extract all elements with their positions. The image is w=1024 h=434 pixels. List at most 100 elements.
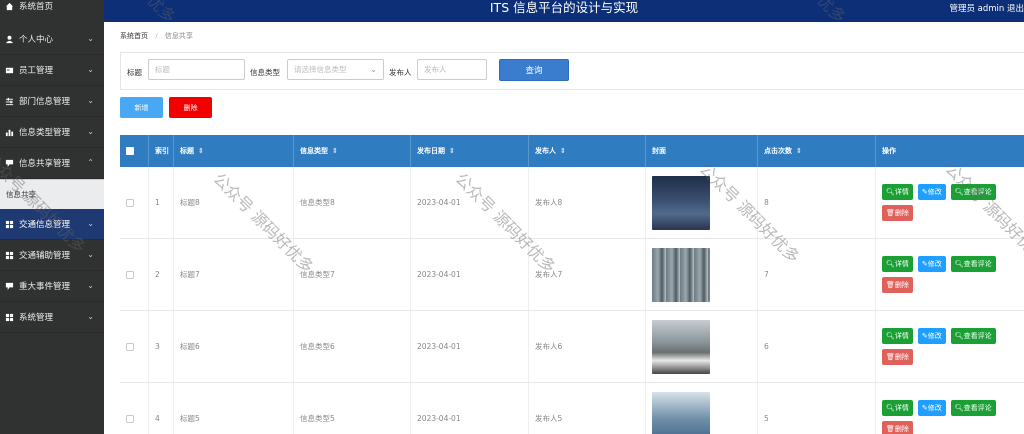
search-panel: 标题 标题 信息类型 请选择信息类型 ⌄ 发布人 发布人 查询: [120, 52, 1024, 90]
cell-type: 信息类型8: [294, 167, 411, 238]
sidebar-item-info-type[interactable]: 信息类型管理 ⌄: [0, 117, 104, 148]
header-clicks[interactable]: 点击次数 ⇕: [758, 135, 876, 167]
row-delete-button[interactable]: 🗑︎ 删除: [882, 277, 913, 293]
row-delete-button[interactable]: 🗑︎ 删除: [882, 349, 913, 365]
detail-button[interactable]: 🔍︎ 详情: [882, 400, 913, 416]
view-comments-button[interactable]: 🔍︎ 查看评论: [950, 184, 996, 200]
sidebar-item-label: 信息共享管理: [19, 159, 71, 169]
row-delete-button[interactable]: 🗑︎ 删除: [882, 205, 913, 221]
sort-icon: ⇕: [332, 147, 338, 155]
header-title[interactable]: 标题 ⇕: [174, 135, 294, 167]
trash-icon: 🗑︎: [886, 425, 895, 433]
select-all-checkbox[interactable]: [126, 147, 134, 155]
query-button[interactable]: 查询: [499, 59, 569, 81]
trash-icon: 🗑︎: [886, 209, 895, 217]
sidebar-subitem-info-share[interactable]: 信息共享: [0, 179, 104, 209]
detail-button[interactable]: 🔍︎ 详情: [882, 256, 913, 272]
button-label: 详情: [894, 332, 909, 340]
chevron-down-icon: ⌄: [87, 312, 94, 321]
title-input[interactable]: 标题: [148, 59, 245, 80]
user-info[interactable]: 管理员 admin 退出: [949, 2, 1024, 14]
cell-publisher: 发布人7: [529, 239, 646, 310]
button-label: 修改: [927, 188, 942, 196]
cell-title: 标题6: [174, 311, 294, 382]
select-all-cell: [120, 135, 149, 167]
cell-title: 标题8: [174, 167, 294, 238]
card-icon: [4, 65, 14, 75]
data-table: 索引 标题 ⇕ 信息类型 ⇕ 发布日期 ⇕ 发布人 ⇕ 封面 点击次数 ⇕ 操作 1 标题…: [120, 135, 1024, 434]
button-label: 修改: [927, 332, 942, 340]
cell-type: 信息类型6: [294, 311, 411, 382]
sidebar-item-label: 系统首页: [19, 2, 54, 12]
button-label: 删除: [894, 209, 909, 217]
sidebar-item-info-share[interactable]: 信息共享管理 ⌃: [0, 148, 104, 179]
edit-button[interactable]: ✎ 修改: [917, 328, 946, 344]
top-header: ITS 信息平台的设计与实现 管理员 admin 退出: [104, 0, 1024, 22]
cell-cover: [646, 239, 758, 310]
edit-button[interactable]: ✎ 修改: [917, 256, 946, 272]
detail-button[interactable]: 🔍︎ 详情: [882, 328, 913, 344]
view-comments-button[interactable]: 🔍︎ 查看评论: [950, 256, 996, 272]
sidebar-item-traffic-assist[interactable]: 交通辅助管理 ⌄: [0, 240, 104, 271]
publisher-input[interactable]: 发布人: [417, 59, 487, 80]
grid-icon: [4, 219, 14, 229]
header-cover: 封面: [646, 135, 758, 167]
header-label: 操作: [882, 147, 896, 155]
chevron-down-icon: ⌄: [87, 127, 94, 136]
cover-image[interactable]: [652, 319, 710, 374]
sidebar-item-home[interactable]: 系统首页: [0, 0, 104, 12]
chevron-down-icon: ⌄: [370, 65, 377, 74]
search-icon: 🔍︎: [954, 404, 964, 412]
view-comments-button[interactable]: 🔍︎ 查看评论: [950, 328, 996, 344]
row-select-cell: [120, 383, 149, 434]
row-checkbox[interactable]: [126, 270, 134, 279]
title-label: 标题: [127, 68, 142, 77]
sidebar-item-system[interactable]: 系统管理 ⌄: [0, 302, 104, 333]
cover-image[interactable]: [652, 391, 710, 434]
row-checkbox[interactable]: [126, 198, 134, 207]
edit-button[interactable]: ✎ 修改: [917, 400, 946, 416]
type-label: 信息类型: [250, 68, 280, 77]
sort-icon: ⇕: [796, 147, 802, 155]
header-type[interactable]: 信息类型 ⇕: [294, 135, 411, 167]
breadcrumb-home[interactable]: 系统首页: [120, 32, 148, 40]
search-icon: 🔍︎: [886, 260, 895, 268]
sidebar-item-label: 个人中心: [19, 35, 54, 45]
home-icon: [4, 1, 14, 11]
row-checkbox[interactable]: [126, 342, 134, 351]
cell-date: 2023-04-01: [411, 167, 529, 238]
delete-button[interactable]: 删除: [169, 97, 212, 118]
view-comments-button[interactable]: 🔍︎ 查看评论: [950, 400, 996, 416]
table-row: 4 标题5 信息类型5 2023-04-01 发布人5 5 🔍︎ 详情 ✎ 修改 🔍…: [120, 383, 1024, 434]
sidebar-item-profile[interactable]: 个人中心 ⌄: [0, 24, 104, 55]
cell-title: 标题5: [174, 383, 294, 434]
type-select[interactable]: 请选择信息类型 ⌄: [287, 59, 384, 80]
header-publisher[interactable]: 发布人 ⇕: [529, 135, 646, 167]
add-button[interactable]: 新增: [120, 97, 163, 118]
button-label: 详情: [894, 404, 909, 412]
header-label: 发布人: [535, 147, 556, 155]
search-icon: 🔍︎: [886, 404, 895, 412]
cell-index: 2: [149, 239, 174, 310]
cell-clicks: 8: [758, 167, 876, 238]
header-index: 索引: [149, 135, 174, 167]
header-date[interactable]: 发布日期 ⇕: [411, 135, 529, 167]
cover-image[interactable]: [652, 247, 710, 302]
cell-date: 2023-04-01: [411, 239, 529, 310]
row-select-cell: [120, 167, 149, 238]
cell-cover: [646, 383, 758, 434]
sidebar-item-major-event[interactable]: 重大事件管理 ⌄: [0, 271, 104, 302]
header-label: 点击次数: [764, 147, 792, 155]
detail-button[interactable]: 🔍︎ 详情: [882, 184, 913, 200]
row-delete-button[interactable]: 🗑︎ 删除: [882, 421, 913, 434]
row-checkbox[interactable]: [126, 414, 134, 423]
header-label: 封面: [652, 147, 666, 155]
cover-image[interactable]: [652, 175, 710, 230]
cell-publisher: 发布人5: [529, 383, 646, 434]
sidebar-item-department[interactable]: 部门信息管理 ⌄: [0, 86, 104, 117]
header-label: 信息类型: [300, 147, 328, 155]
sidebar-item-staff[interactable]: 员工管理 ⌄: [0, 55, 104, 86]
edit-button[interactable]: ✎ 修改: [917, 184, 946, 200]
sidebar-item-traffic-info[interactable]: 交通信息管理 ⌄: [0, 209, 104, 240]
header-label: 发布日期: [417, 147, 445, 155]
